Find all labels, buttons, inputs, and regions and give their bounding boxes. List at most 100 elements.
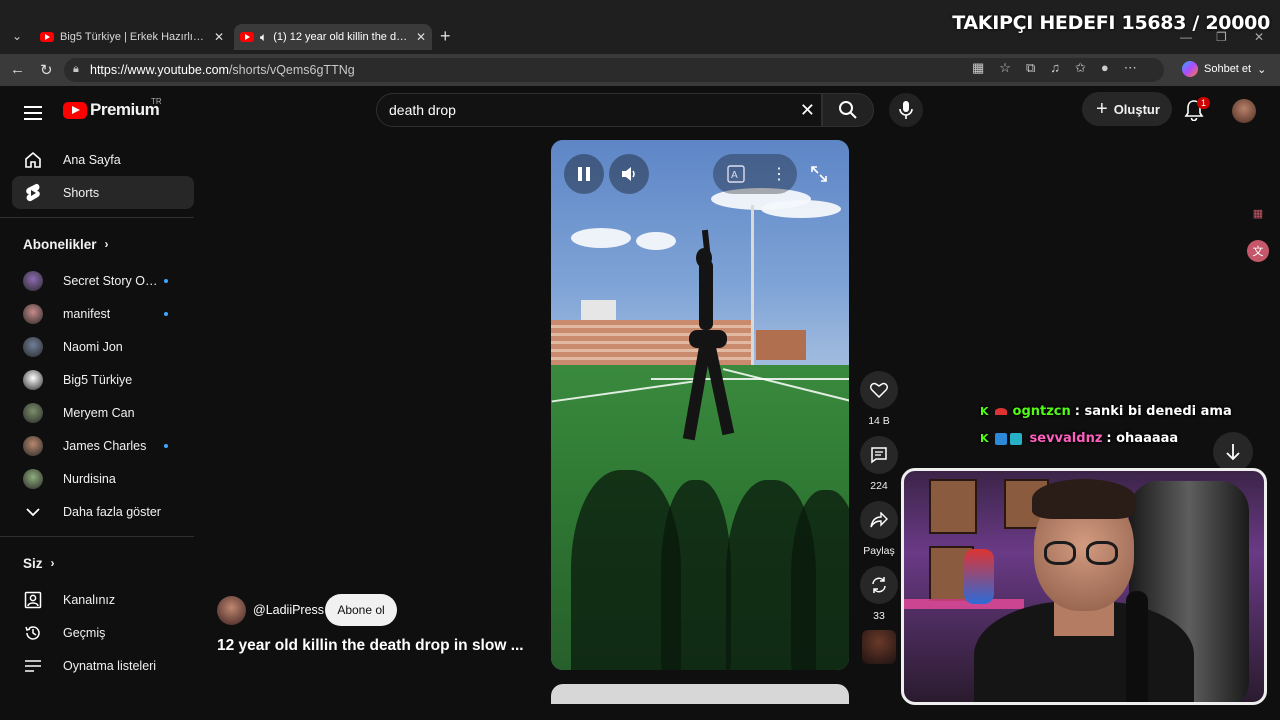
youtube-premium-logo[interactable]: Premium TR	[63, 97, 162, 120]
yard-line	[651, 378, 849, 380]
sidebar-item-label: Ana Sayfa	[63, 152, 121, 167]
sidebar-item-label: James Charles	[63, 438, 147, 453]
youtube-favicon-icon	[240, 32, 254, 42]
streamer-hair	[1032, 479, 1136, 519]
chevron-right-icon: ›	[50, 556, 55, 570]
next-short-button[interactable]	[1213, 432, 1253, 472]
you-header[interactable]: Siz ›	[12, 543, 194, 583]
chat-message: K sevvaldnz : ohaaaaa	[980, 431, 1178, 446]
remix-icon	[872, 577, 886, 593]
sidebar-item-playlists[interactable]: Oynatma listeleri	[12, 649, 194, 682]
kick-badge-icon: K	[980, 432, 989, 445]
playlist-icon	[23, 656, 43, 676]
microphone	[1126, 591, 1148, 702]
search-button[interactable]	[822, 93, 874, 127]
sidebar-item-subscription[interactable]: James Charles	[12, 429, 194, 462]
channel-avatar	[23, 468, 43, 489]
more-menu-icon[interactable]: ⋯	[1124, 60, 1137, 76]
app-available-icon[interactable]: ▦	[972, 60, 984, 76]
streamer-webcam	[901, 468, 1267, 705]
you-title: Siz	[23, 555, 43, 571]
share-action: Paylaş	[860, 501, 898, 557]
cloud	[761, 200, 841, 218]
sidebar-item-subscription[interactable]: manifest	[12, 297, 194, 330]
dancer-head	[696, 248, 712, 268]
channel-avatar	[23, 435, 43, 456]
clear-search-icon[interactable]: ✕	[800, 100, 815, 121]
pause-button[interactable]	[564, 154, 604, 194]
chevron-right-icon: ›	[104, 237, 109, 251]
sound-avatar[interactable]	[862, 630, 896, 664]
translate-button[interactable]: A	[716, 154, 756, 194]
subscribe-button[interactable]: Abone ol	[325, 594, 397, 626]
close-tab-icon[interactable]: ✕	[416, 30, 426, 44]
channel-handle[interactable]: @LadiiPress	[253, 603, 324, 617]
tab-title: Big5 Türkiye | Erkek Hazırlık Sezonu	[60, 31, 208, 43]
tab-actions-chevron-icon[interactable]: ⌄	[6, 25, 28, 47]
subscriptions-title: Abonelikler	[23, 236, 97, 252]
site-info-icon[interactable]: 🔒︎	[73, 63, 79, 76]
sidebar-item-label: Geçmiş	[63, 625, 106, 640]
sidebar-item-your-channel[interactable]: Kanalınız	[12, 583, 194, 616]
short-title[interactable]: 12 year old killin the death drop in slo…	[217, 637, 524, 655]
more-options-button[interactable]: ⋮	[759, 154, 799, 194]
plus-icon: +	[1096, 97, 1108, 120]
youtube-favicon-icon	[40, 32, 54, 42]
sidebar: Ana Sayfa Shorts Abonelikler › Secret St…	[0, 143, 194, 682]
share-button[interactable]	[860, 501, 898, 539]
svg-text:A: A	[731, 170, 738, 181]
show-more-button[interactable]: Daha fazla göster	[12, 495, 194, 528]
favorites-icon[interactable]: ✩	[1075, 60, 1086, 76]
create-button[interactable]: + Oluştur	[1082, 92, 1172, 126]
sidebar-item-label: Meryem Can	[63, 405, 135, 420]
new-tab-icon[interactable]: +	[440, 26, 451, 47]
search-query: death drop	[389, 102, 456, 118]
sidebar-item-history[interactable]: Geçmiş	[12, 616, 194, 649]
sidebar-item-subscription[interactable]: Meryem Can	[12, 396, 194, 429]
share-label: Paylaş	[863, 545, 895, 557]
short-video-player[interactable]: A ⋮	[551, 140, 849, 670]
subscriptions-header[interactable]: Abonelikler ›	[12, 224, 194, 264]
browser-tab-big5[interactable]: Big5 Türkiye | Erkek Hazırlık Sezonu ✕	[34, 24, 230, 50]
like-button[interactable]	[860, 371, 898, 409]
notifications-button[interactable]: 1	[1184, 97, 1211, 126]
extensions-icon[interactable]: ⧉	[1026, 60, 1035, 76]
profile-avatar-icon[interactable]: ●	[1101, 60, 1109, 76]
close-tab-icon[interactable]: ✕	[214, 30, 224, 44]
channel-avatar	[23, 336, 43, 357]
sidebar-item-subscription[interactable]: Naomi Jon	[12, 330, 194, 363]
channel-avatar[interactable]	[217, 596, 246, 625]
like-count: 14 B	[868, 415, 890, 427]
glasses-lens	[1086, 541, 1118, 565]
translate-extension-icon[interactable]: 文	[1247, 240, 1269, 262]
copilot-button[interactable]: Sohbet et ⌄	[1182, 61, 1266, 77]
sidebar-item-home[interactable]: Ana Sayfa	[12, 143, 194, 176]
favorite-star-icon[interactable]: ☆	[999, 60, 1011, 76]
create-label: Oluştur	[1113, 101, 1160, 117]
back-icon[interactable]: ←	[10, 61, 25, 78]
menu-icon[interactable]	[24, 102, 42, 124]
sidebar-item-subscription[interactable]: Nurdisina	[12, 462, 194, 495]
speaker-icon[interactable]: 🔈︎	[260, 30, 267, 45]
pause-icon	[578, 167, 590, 181]
chevron-down-icon	[23, 502, 43, 522]
spectator-shadow	[661, 480, 731, 670]
channel-avatar	[23, 303, 43, 324]
account-avatar[interactable]	[1232, 99, 1256, 123]
remix-button[interactable]	[860, 566, 898, 604]
sidebar-item-subscription[interactable]: Secret Story Offi...	[12, 264, 194, 297]
heart-icon	[870, 382, 888, 398]
voice-search-button[interactable]	[889, 93, 923, 127]
search-input[interactable]: death drop ✕	[376, 93, 822, 127]
sidebar-item-shorts[interactable]: Shorts	[12, 176, 194, 209]
media-icon[interactable]: ♫	[1050, 60, 1060, 76]
expand-button[interactable]	[799, 154, 839, 194]
sidebar-item-subscription[interactable]: Big5 Türkiye	[12, 363, 194, 396]
volume-button[interactable]	[609, 154, 649, 194]
apps-grid-icon[interactable]: ▦	[1247, 202, 1269, 224]
next-short-preview[interactable]	[551, 684, 849, 704]
hat-badge-icon	[994, 408, 1007, 415]
comment-button[interactable]	[860, 436, 898, 474]
browser-tab-active[interactable]: 🔈︎ (1) 12 year old killin the death drop…	[234, 24, 432, 50]
reload-icon[interactable]: ↻	[40, 61, 53, 79]
